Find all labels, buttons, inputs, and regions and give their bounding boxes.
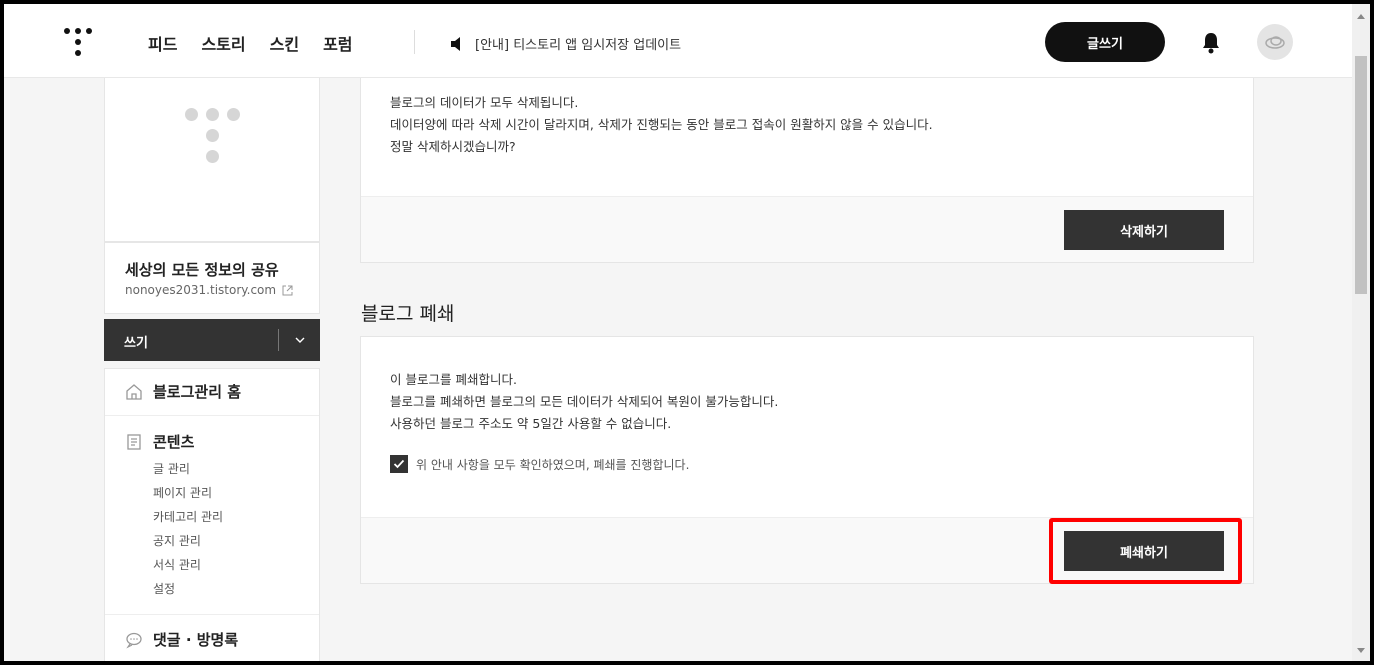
write-post-button[interactable]: 글쓰기: [1045, 22, 1165, 62]
delete-description: 블로그의 데이터가 모두 삭제됩니다. 데이터양에 따라 삭제 시간이 달라지며…: [390, 92, 933, 158]
sidebar-item-comments[interactable]: 댓글 · 방명록: [125, 629, 238, 650]
sidebar-sub-settings[interactable]: 설정: [153, 580, 175, 597]
blog-title[interactable]: 세상의 모든 정보의 공유: [125, 259, 279, 280]
sidebar-item-label: 콘텐츠: [153, 433, 195, 451]
menu-divider: [105, 415, 319, 416]
delete-blog-button[interactable]: 삭제하기: [1064, 210, 1224, 250]
tistory-logo[interactable]: [64, 28, 92, 58]
scroll-up-arrow-icon[interactable]: [1357, 14, 1365, 19]
checkmark-icon: [393, 459, 405, 469]
nav-forum[interactable]: 포럼: [323, 31, 352, 55]
notice-text: [안내] 티스토리 앱 임시저장 업데이트: [475, 38, 682, 53]
sidebar-write-button[interactable]: 쓰기: [104, 319, 320, 361]
close-line: 사용하던 블로그 주소도 약 5일간 사용할 수 없습니다.: [390, 416, 672, 431]
chevron-down-icon[interactable]: [292, 333, 308, 347]
close-description: 이 블로그를 폐쇄합니다. 블로그를 폐쇄하면 블로그의 모든 데이터가 삭제되…: [390, 369, 778, 435]
delete-line: 정말 삭제하시겠습니까?: [390, 139, 516, 154]
blog-info: 세상의 모든 정보의 공유 nonoyes2031.tistory.com: [104, 242, 320, 314]
close-blog-panel: 이 블로그를 폐쇄합니다. 블로그를 폐쇄하면 블로그의 모든 데이터가 삭제되…: [360, 336, 1254, 584]
delete-panel-footer: 삭제하기: [361, 196, 1253, 262]
scroll-thumb[interactable]: [1355, 56, 1367, 294]
sidebar-item-label: 블로그관리 홈: [153, 383, 242, 401]
sidebar-sub-categories[interactable]: 카테고리 관리: [153, 508, 223, 525]
close-panel-footer: 폐쇄하기: [361, 517, 1253, 583]
speaker-icon: [451, 36, 460, 51]
document-icon: [127, 433, 141, 450]
delete-blog-panel: 블로그의 데이터가 모두 삭제됩니다. 데이터양에 따라 삭제 시간이 달라지며…: [360, 78, 1254, 263]
sidebar-sub-posts[interactable]: 글 관리: [153, 460, 190, 477]
confirm-checkbox[interactable]: [390, 455, 408, 473]
confirm-label: 위 안내 사항을 모두 확인하였으며, 폐쇄를 진행합니다.: [416, 457, 690, 472]
sidebar-sub-templates[interactable]: 서식 관리: [153, 556, 201, 573]
blog-url: nonoyes2031.tistory.com: [125, 283, 277, 297]
external-link-icon: [282, 285, 293, 295]
sidebar-item-label: 댓글 · 방명록: [153, 631, 239, 649]
sidebar-sub-notices[interactable]: 공지 관리: [153, 532, 201, 549]
avatar[interactable]: [1257, 24, 1293, 60]
blog-url-link[interactable]: nonoyes2031.tistory.com: [125, 283, 293, 297]
sidebar-item-contents[interactable]: 콘텐츠: [125, 431, 194, 452]
sidebar-sub-pages[interactable]: 페이지 관리: [153, 484, 212, 501]
close-line: 블로그를 폐쇄하면 블로그의 모든 데이터가 삭제되어 복원이 불가능합니다.: [390, 394, 779, 409]
main-nav: 피드 스토리 스킨 포럼: [148, 31, 353, 55]
nav-feed[interactable]: 피드: [148, 31, 177, 55]
home-icon: [126, 383, 142, 400]
speech-bubble-icon: [126, 632, 142, 649]
confirm-checkbox-row[interactable]: 위 안내 사항을 모두 확인하였으며, 폐쇄를 진행합니다.: [390, 455, 689, 473]
menu-divider: [105, 614, 319, 615]
sidebar-write-label: 쓰기: [124, 336, 148, 351]
header-divider: [414, 30, 415, 54]
sidebar-item-home[interactable]: 블로그관리 홈: [125, 381, 241, 402]
delete-line: 데이터양에 따라 삭제 시간이 달라지며, 삭제가 진행되는 동안 블로그 접속…: [390, 117, 933, 132]
nav-story[interactable]: 스토리: [201, 31, 245, 55]
close-blog-button[interactable]: 폐쇄하기: [1064, 531, 1224, 571]
bell-icon[interactable]: [1200, 31, 1222, 55]
close-line: 이 블로그를 폐쇄합니다.: [390, 372, 517, 387]
scroll-down-arrow-icon[interactable]: [1357, 648, 1365, 653]
page-scrollbar[interactable]: [1352, 4, 1370, 661]
nav-skin[interactable]: 스킨: [270, 31, 299, 55]
delete-line: 블로그의 데이터가 모두 삭제됩니다.: [390, 95, 579, 110]
top-header: 피드 스토리 스킨 포럼 [안내] 티스토리 앱 임시저장 업데이트 글쓰기: [4, 4, 1352, 78]
sidebar-menu: 블로그관리 홈 콘텐츠 글 관리 페이지 관리 카테고리 관리 공지 관리 서식…: [104, 368, 320, 665]
cloud-icon: [1265, 36, 1285, 49]
blog-default-logo-icon: [185, 108, 241, 164]
notice-link[interactable]: [안내] 티스토리 앱 임시저장 업데이트: [450, 34, 681, 53]
blog-logo-box: [104, 78, 320, 242]
close-blog-heading: 블로그 폐쇄: [361, 303, 455, 325]
write-divider: [278, 329, 279, 351]
